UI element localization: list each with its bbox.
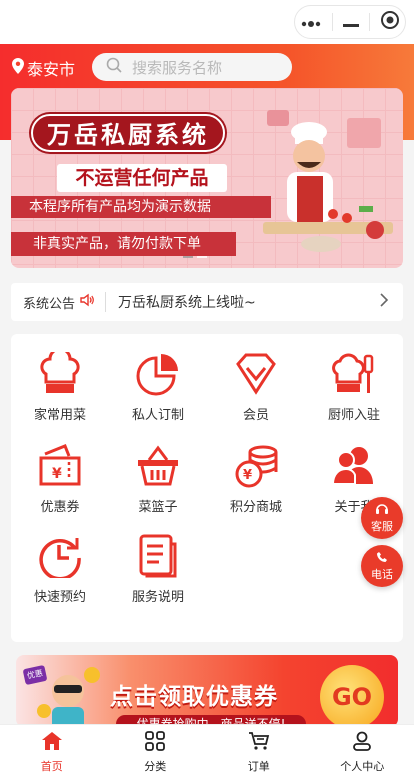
tab-orders[interactable]: 订单: [207, 725, 311, 780]
tab-category[interactable]: 分类: [104, 725, 208, 780]
grid-item-label: 优惠券: [40, 500, 80, 515]
grid-item-basket[interactable]: 菜篮子: [109, 444, 207, 515]
diamond-icon: [207, 352, 305, 396]
grid-item-member[interactable]: 会员: [207, 352, 305, 423]
search-placeholder: 搜索服务名称: [132, 58, 223, 77]
top-bar: [0, 0, 414, 44]
more-icon[interactable]: [300, 13, 322, 32]
phone-icon: [376, 551, 388, 566]
coupon-icon: ¥: [11, 444, 109, 488]
clock-icon: [11, 534, 109, 578]
grid-item-label: 会员: [242, 408, 269, 423]
tab-label: 订单: [247, 760, 270, 773]
pie-chart-icon: [109, 352, 207, 396]
grid-item-custom[interactable]: 私人订制: [109, 352, 207, 423]
tab-label: 个人中心: [340, 760, 385, 773]
banner-pagination: [183, 256, 207, 258]
bottom-tab-bar: 首页 分类 订单 个人中心: [0, 724, 414, 780]
grid-item-label: 厨师入驻: [327, 408, 380, 423]
search-icon: [106, 57, 122, 77]
coins-icon: ¥: [207, 444, 305, 488]
mascot-illustration: [37, 667, 100, 727]
promo-banner[interactable]: 万岳私厨系统 不运营任何产品 本程序所有产品均为演示数据 非真实产品，请勿付款下…: [11, 88, 403, 268]
home-icon: [41, 731, 63, 758]
grid-item-label: 积分商城: [229, 500, 282, 515]
grid-item-home-cooking[interactable]: 家常用菜: [11, 352, 109, 423]
grid-item-label: 快速预约: [33, 590, 86, 605]
grid-item-points-mall[interactable]: ¥ 积分商城: [207, 444, 305, 515]
chef-tools-icon: [305, 352, 403, 396]
mini-program-capsule: [294, 5, 406, 39]
grid-item-quick-booking[interactable]: 快速预约: [11, 534, 109, 605]
capsule-divider: [332, 13, 333, 31]
users-icon: [305, 444, 403, 488]
announcement-bar[interactable]: 系统公告 万岳私厨系统上线啦~: [11, 283, 403, 321]
phone-label: 电话: [371, 567, 393, 581]
close-circle-icon[interactable]: [380, 10, 400, 34]
tab-label: 首页: [40, 760, 63, 773]
banner-line-1: 本程序所有产品均为演示数据: [11, 196, 271, 218]
headset-icon: [375, 503, 389, 518]
banner-line-2: 非真实产品，请勿付款下单: [11, 232, 236, 256]
chevron-right-icon[interactable]: [380, 293, 389, 311]
document-icon: [109, 534, 207, 578]
city-label: 泰安市: [27, 60, 76, 79]
grid-item-label: 家常用菜: [33, 408, 86, 423]
tab-profile[interactable]: 个人中心: [311, 725, 414, 780]
basket-icon: [109, 444, 207, 488]
grid-item-label: 菜篮子: [138, 500, 178, 515]
grid-item-service-info[interactable]: 服务说明: [109, 534, 207, 605]
user-icon: [352, 731, 372, 758]
promo-title: 点击领取优惠券: [110, 684, 278, 710]
svg-text:¥: ¥: [243, 468, 252, 483]
announcement-divider: [105, 292, 107, 312]
coupon-promo-banner[interactable]: 优惠 点击领取优惠券 优惠券抢购中，商品送不停! GO: [16, 655, 398, 727]
chef-illustration: [263, 110, 393, 252]
grid-item-label: 私人订制: [131, 408, 184, 423]
svg-text:¥: ¥: [52, 466, 62, 482]
phone-button[interactable]: 电话: [361, 545, 403, 587]
speaker-icon: [79, 292, 95, 312]
banner-title: 万岳私厨系统: [31, 114, 225, 152]
grid-icon: [145, 731, 166, 758]
minimize-icon[interactable]: [343, 13, 359, 32]
banner-subtitle: 不运营任何产品: [57, 164, 227, 192]
tab-label: 分类: [144, 760, 167, 773]
location-selector[interactable]: 泰安市: [12, 56, 75, 80]
cart-icon: [248, 731, 270, 758]
grid-item-coupon[interactable]: ¥ 优惠券: [11, 444, 109, 515]
customer-service-label: 客服: [371, 519, 393, 533]
chef-hat-icon: [11, 352, 109, 396]
service-grid: 家常用菜 私人订制 会员 厨师入驻 ¥ 优惠券 菜篮子 ¥ 积分商城 关于我 快…: [11, 334, 403, 642]
grid-item-chef-join[interactable]: 厨师入驻: [305, 352, 403, 423]
search-input[interactable]: 搜索服务名称: [92, 53, 292, 81]
capsule-divider: [369, 13, 370, 31]
location-pin-icon: [12, 58, 24, 78]
grid-item-label: 服务说明: [131, 590, 184, 605]
promo-go-button[interactable]: GO: [320, 665, 384, 727]
tab-home[interactable]: 首页: [0, 725, 104, 780]
customer-service-button[interactable]: 客服: [361, 497, 403, 539]
announcement-label: 系统公告: [23, 296, 76, 312]
announcement-text: 万岳私厨系统上线啦~: [118, 295, 256, 311]
